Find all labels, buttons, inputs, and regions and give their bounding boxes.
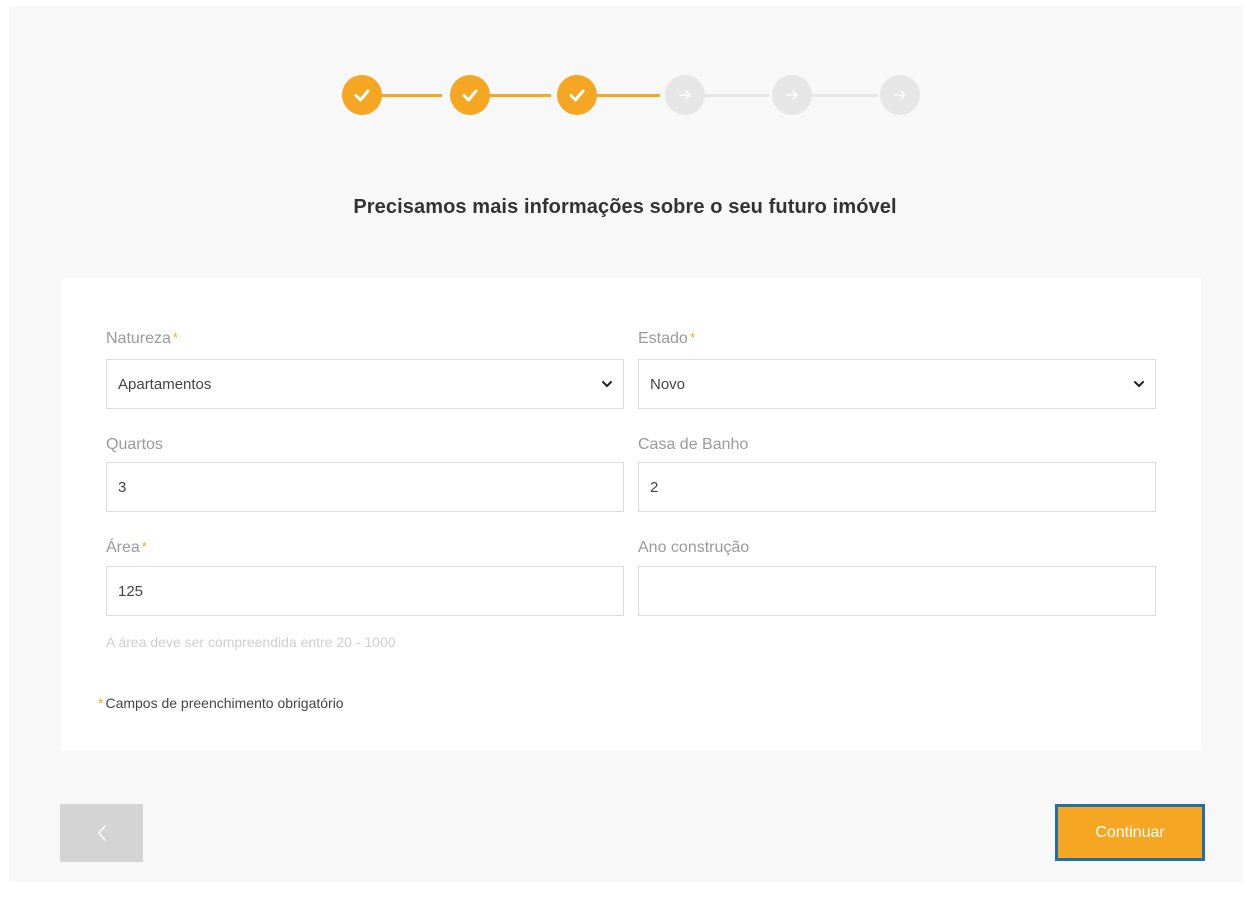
continue-button[interactable]: Continuar bbox=[1055, 804, 1205, 861]
step-connector-2 bbox=[481, 94, 551, 97]
page-title: Precisamos mais informações sobre o seu … bbox=[353, 196, 897, 218]
required-star: * bbox=[172, 330, 178, 345]
casa-de-banho-input-value: 2 bbox=[650, 478, 659, 496]
arrow-right-icon bbox=[894, 90, 906, 100]
required-fields-note-text: Campos de preenchimento obrigatório bbox=[105, 695, 344, 711]
chevron-left-icon bbox=[97, 825, 106, 841]
area-hint: A área deve ser compreendida entre 20 - … bbox=[106, 634, 396, 650]
step-4-pending bbox=[665, 75, 705, 115]
casa-de-banho-input[interactable]: 2 bbox=[638, 462, 1156, 512]
step-connector-3 bbox=[590, 94, 660, 97]
progress-stepper bbox=[332, 73, 924, 117]
area-input-value: 125 bbox=[118, 582, 144, 600]
property-form-card: Natureza * Apartamentos Estado * Novo Quar… bbox=[61, 278, 1201, 751]
area-label-text: Área bbox=[106, 539, 140, 556]
required-star: * bbox=[98, 695, 104, 711]
required-star: * bbox=[141, 539, 147, 554]
step-connector-1 bbox=[372, 94, 442, 97]
step-6-pending bbox=[880, 75, 920, 115]
quartos-input[interactable]: 3 bbox=[106, 462, 624, 512]
back-button[interactable] bbox=[60, 804, 143, 862]
step-5-pending bbox=[772, 75, 812, 115]
ano-construcao-input[interactable] bbox=[638, 566, 1156, 616]
check-icon bbox=[569, 89, 585, 102]
check-icon bbox=[354, 89, 370, 102]
area-label: Área * bbox=[106, 539, 147, 557]
chevron-down-icon bbox=[1134, 381, 1144, 387]
ano-construcao-label: Ano construção bbox=[638, 539, 750, 556]
estado-label-text: Estado bbox=[638, 330, 688, 347]
arrow-right-icon bbox=[786, 90, 798, 100]
required-star: * bbox=[689, 330, 695, 345]
chevron-down-icon bbox=[602, 381, 612, 387]
quartos-input-value: 3 bbox=[118, 478, 127, 496]
estado-label: Estado * bbox=[638, 330, 695, 348]
estado-select-value: Novo bbox=[650, 375, 686, 393]
natureza-select-value: Apartamentos bbox=[118, 375, 212, 393]
step-connector-5 bbox=[808, 94, 878, 97]
area-input[interactable]: 125 bbox=[106, 566, 624, 616]
step-1-completed bbox=[342, 75, 382, 115]
natureza-label-text: Natureza bbox=[106, 330, 171, 347]
estado-select[interactable]: Novo bbox=[638, 359, 1156, 409]
arrow-right-icon bbox=[679, 90, 691, 100]
casa-de-banho-label: Casa de Banho bbox=[638, 436, 749, 453]
quartos-label: Quartos bbox=[106, 436, 163, 453]
required-fields-note: * Campos de preenchimento obrigatório bbox=[98, 695, 344, 711]
check-icon bbox=[462, 89, 478, 102]
step-connector-4 bbox=[699, 94, 769, 97]
natureza-label: Natureza * bbox=[106, 330, 178, 348]
step-2-completed bbox=[450, 75, 490, 115]
natureza-select[interactable]: Apartamentos bbox=[106, 359, 624, 409]
step-3-completed bbox=[557, 75, 597, 115]
